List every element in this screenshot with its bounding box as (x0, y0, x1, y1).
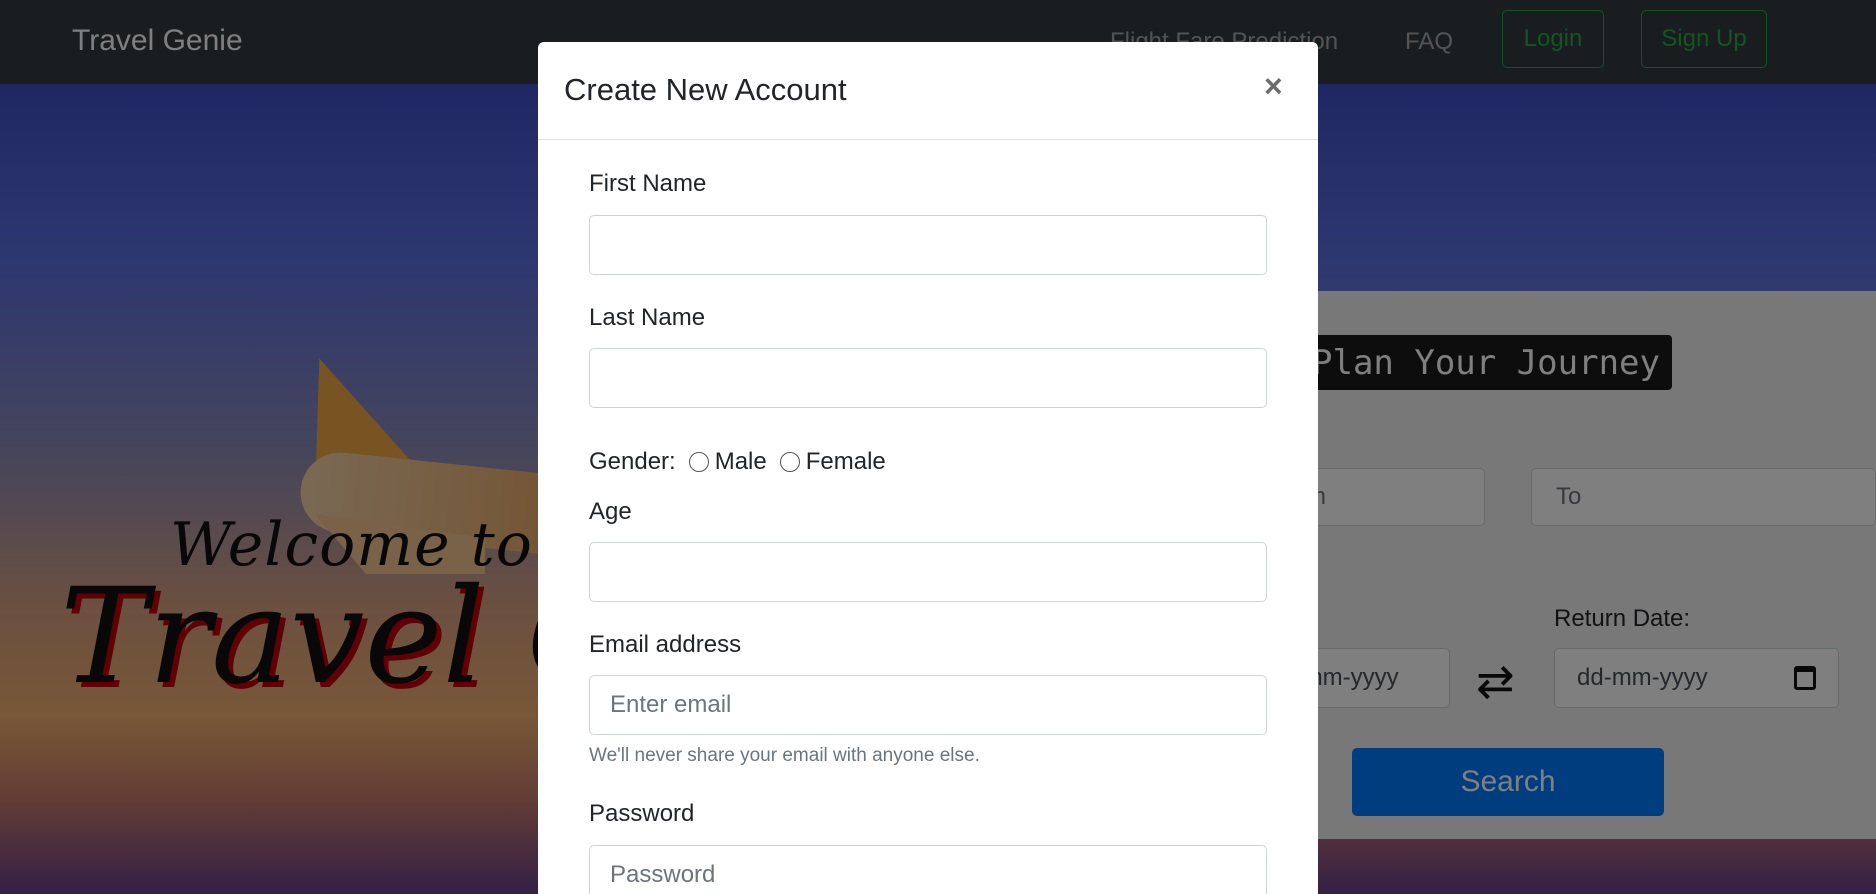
modal-title: Create New Account (564, 72, 847, 107)
age-input[interactable] (589, 542, 1267, 602)
last-name-input[interactable] (589, 348, 1267, 408)
gender-group: Gender: Male Female (589, 448, 899, 476)
modal-header: Create New Account × (538, 42, 1318, 140)
first-name-input[interactable] (589, 215, 1267, 275)
female-label: Female (805, 448, 886, 475)
email-help-text: We'll never share your email with anyone… (589, 745, 980, 766)
gender-option-male[interactable]: Male (688, 448, 767, 476)
last-name-label: Last Name (589, 304, 706, 331)
password-label: Password (589, 800, 695, 827)
male-label: Male (714, 448, 767, 475)
first-name-label: First Name (589, 170, 707, 197)
male-radio[interactable] (688, 452, 709, 472)
email-input[interactable] (589, 675, 1267, 735)
age-label: Age (589, 498, 632, 525)
female-radio[interactable] (779, 452, 800, 472)
gender-option-female[interactable]: Female (779, 448, 886, 476)
password-input[interactable] (589, 845, 1267, 894)
close-icon[interactable]: × (1264, 68, 1283, 105)
create-account-modal: Create New Account × First Name Last Nam… (538, 42, 1318, 894)
gender-label: Gender: (589, 448, 676, 475)
email-label: Email address (589, 631, 742, 658)
